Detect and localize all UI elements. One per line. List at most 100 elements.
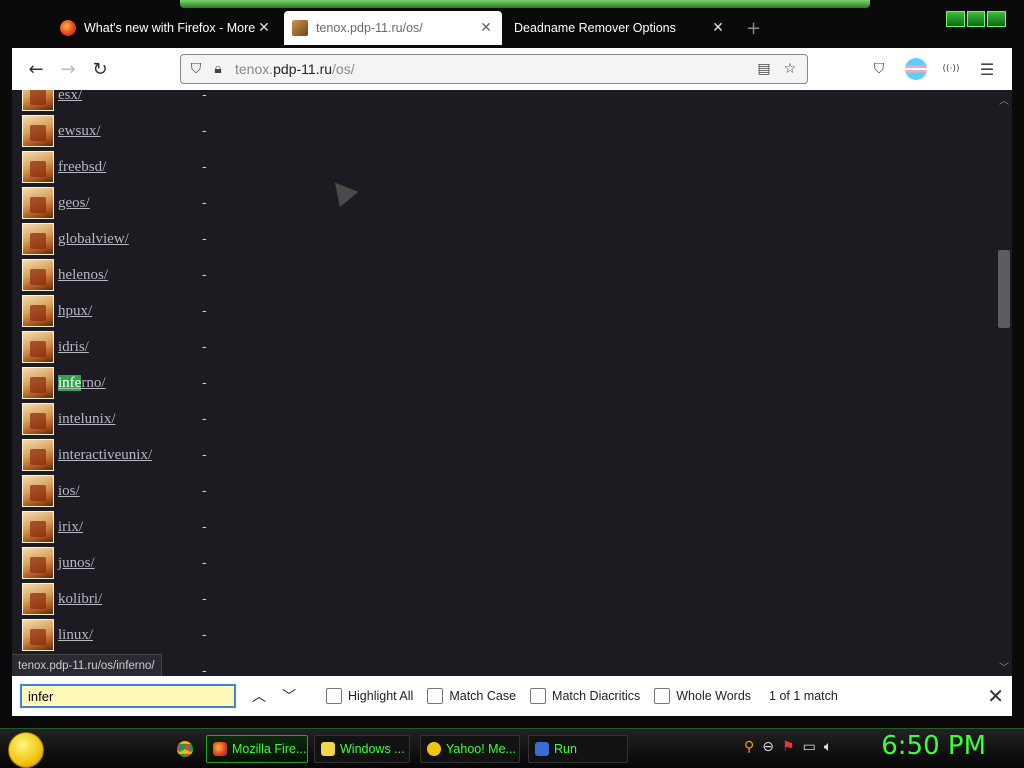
reload-icon[interactable]: ↻ xyxy=(84,53,116,85)
folder-icon[interactable] xyxy=(22,151,54,183)
directory-link[interactable]: kolibri/ xyxy=(58,591,102,608)
scroll-down-arrow-icon[interactable]: ﹀ xyxy=(999,659,1009,674)
taskbar-item-run[interactable]: Run xyxy=(528,735,628,763)
display-icon[interactable]: ▭ xyxy=(803,739,816,755)
bookmark-star-icon[interactable]: ☆ xyxy=(779,58,801,80)
folder-icon[interactable] xyxy=(22,331,54,363)
taskbar-item-firefox[interactable]: Mozilla Fire... xyxy=(206,735,308,763)
folder-icon[interactable] xyxy=(22,403,54,435)
folder-icon[interactable] xyxy=(22,583,54,615)
directory-link[interactable]: esx/ xyxy=(58,90,82,104)
directory-link[interactable]: ewsux/ xyxy=(58,123,101,140)
size-value: - xyxy=(202,411,207,427)
folder-icon[interactable] xyxy=(22,187,54,219)
checkbox-box[interactable] xyxy=(427,688,444,704)
hamburger-menu-icon[interactable]: ☰ xyxy=(976,58,998,80)
close-tab-icon[interactable]: ✕ xyxy=(710,20,726,36)
extension-icon[interactable]: ((·)) xyxy=(940,58,962,80)
extension-flag-icon[interactable] xyxy=(905,58,927,80)
directory-link[interactable]: junos/ xyxy=(58,555,95,572)
folder-icon[interactable] xyxy=(22,439,54,471)
folder-icon[interactable] xyxy=(22,367,54,399)
find-previous-icon[interactable]: ︿ xyxy=(244,681,274,711)
url-text[interactable]: tenox.pdp-11.ru/os/ xyxy=(235,61,355,77)
url-bar[interactable]: ⛉ 🔒︎ tenox.pdp-11.ru/os/ ▤ ☆ xyxy=(180,54,808,84)
close-find-bar-icon[interactable]: ✕ xyxy=(987,684,1004,709)
folder-icon[interactable] xyxy=(22,619,54,651)
size-value: - xyxy=(202,90,207,103)
highlight-all-checkbox[interactable]: Highlight All xyxy=(326,688,413,704)
find-next-icon[interactable]: ﹀ xyxy=(274,681,304,711)
close-window-button[interactable] xyxy=(987,11,1007,27)
scroll-up-arrow-icon[interactable]: ︿ xyxy=(999,92,1009,107)
forward-arrow-icon[interactable]: → xyxy=(52,53,84,85)
taskbar-item-label: Windows ... xyxy=(340,742,405,756)
directory-link[interactable]: idris/ xyxy=(58,339,89,356)
shield-icon[interactable]: ⛉ xyxy=(185,58,207,80)
system-tray: ⚲ ⊖ ⚑ ▭ 🔈︎ xyxy=(744,739,832,755)
tab-deadname-options[interactable]: Deadname Remover Options ✕ xyxy=(506,11,734,45)
folder-icon[interactable] xyxy=(22,115,54,147)
scrollbar[interactable]: ︿ ﹀ xyxy=(996,90,1012,676)
scroll-thumb[interactable] xyxy=(998,250,1010,328)
minimize-button[interactable] xyxy=(946,11,965,27)
volume-icon[interactable]: 🔈︎ xyxy=(824,739,832,755)
folder-icon[interactable] xyxy=(22,475,54,507)
taskbar-item-windows[interactable]: Windows ... xyxy=(314,735,410,763)
taskbar-item-label: Mozilla Fire... xyxy=(232,742,307,756)
pocket-icon[interactable]: ⛉ xyxy=(868,58,890,80)
list-item: inferno/ - xyxy=(22,366,207,400)
directory-link[interactable]: geos/ xyxy=(58,195,90,212)
tab-current[interactable]: tenox.pdp-11.ru/os/ ✕ xyxy=(284,11,502,45)
close-tab-icon[interactable]: ✕ xyxy=(478,20,494,36)
directory-link[interactable]: freebsd/ xyxy=(58,159,106,176)
checkbox-label: Highlight All xyxy=(348,689,414,703)
close-tab-icon[interactable]: ✕ xyxy=(256,20,272,36)
checkbox-box[interactable] xyxy=(654,688,671,704)
window-controls[interactable] xyxy=(946,11,1007,27)
directory-link[interactable]: globalview/ xyxy=(58,231,129,248)
checkbox-label: Match Diacritics xyxy=(552,689,641,703)
list-item: freebsd/ - xyxy=(22,150,207,184)
tab-label: tenox.pdp-11.ru/os/ xyxy=(316,21,423,35)
insecure-lock-icon[interactable]: 🔒︎ xyxy=(207,58,229,80)
start-smiley-icon[interactable] xyxy=(8,732,44,768)
status-icon[interactable]: ⊖ xyxy=(762,739,774,755)
folder-icon[interactable] xyxy=(22,223,54,255)
checkbox-box[interactable] xyxy=(326,688,342,704)
size-value: - xyxy=(202,123,207,139)
back-arrow-icon[interactable]: ← xyxy=(20,53,52,85)
directory-link[interactable]: hpux/ xyxy=(58,303,92,320)
site-favicon-icon xyxy=(292,20,308,36)
taskbar-clock: 6:50 PM xyxy=(881,731,986,761)
tab-whats-new[interactable]: What's new with Firefox - More ✕ xyxy=(52,11,280,45)
list-item: kolibri/ - xyxy=(22,582,207,616)
network-icon[interactable]: ⚑ xyxy=(782,739,795,755)
reader-view-icon[interactable]: ▤ xyxy=(753,58,775,80)
directory-link[interactable]: ios/ xyxy=(58,483,80,500)
folder-icon[interactable] xyxy=(22,90,54,111)
taskbar-item-yahoo[interactable]: Yahoo! Me... xyxy=(420,735,520,763)
directory-link[interactable]: helenos/ xyxy=(58,267,108,284)
tab-label: Deadname Remover Options xyxy=(514,21,676,35)
list-item: irix/ - xyxy=(22,510,207,544)
directory-link[interactable]: interactiveunix/ xyxy=(58,447,152,464)
directory-link[interactable]: inferno/ xyxy=(58,374,106,392)
find-input[interactable] xyxy=(20,684,236,708)
directory-link[interactable]: intelunix/ xyxy=(58,411,116,428)
match-case-checkbox[interactable]: Match Case xyxy=(427,688,516,704)
whole-words-checkbox[interactable]: Whole Words xyxy=(654,688,751,704)
folder-icon[interactable] xyxy=(22,295,54,327)
folder-icon[interactable] xyxy=(22,259,54,291)
size-value: - xyxy=(202,627,207,643)
folder-icon[interactable] xyxy=(22,511,54,543)
search-icon[interactable]: ⚲ xyxy=(744,739,754,755)
chrome-icon[interactable] xyxy=(177,741,193,757)
directory-link[interactable]: irix/ xyxy=(58,519,83,536)
folder-icon[interactable] xyxy=(22,547,54,579)
match-diacritics-checkbox[interactable]: Match Diacritics xyxy=(530,688,640,704)
maximize-button[interactable] xyxy=(966,11,986,27)
checkbox-box[interactable] xyxy=(530,688,547,704)
new-tab-icon[interactable]: + xyxy=(746,18,761,39)
directory-link[interactable]: linux/ xyxy=(58,627,93,644)
